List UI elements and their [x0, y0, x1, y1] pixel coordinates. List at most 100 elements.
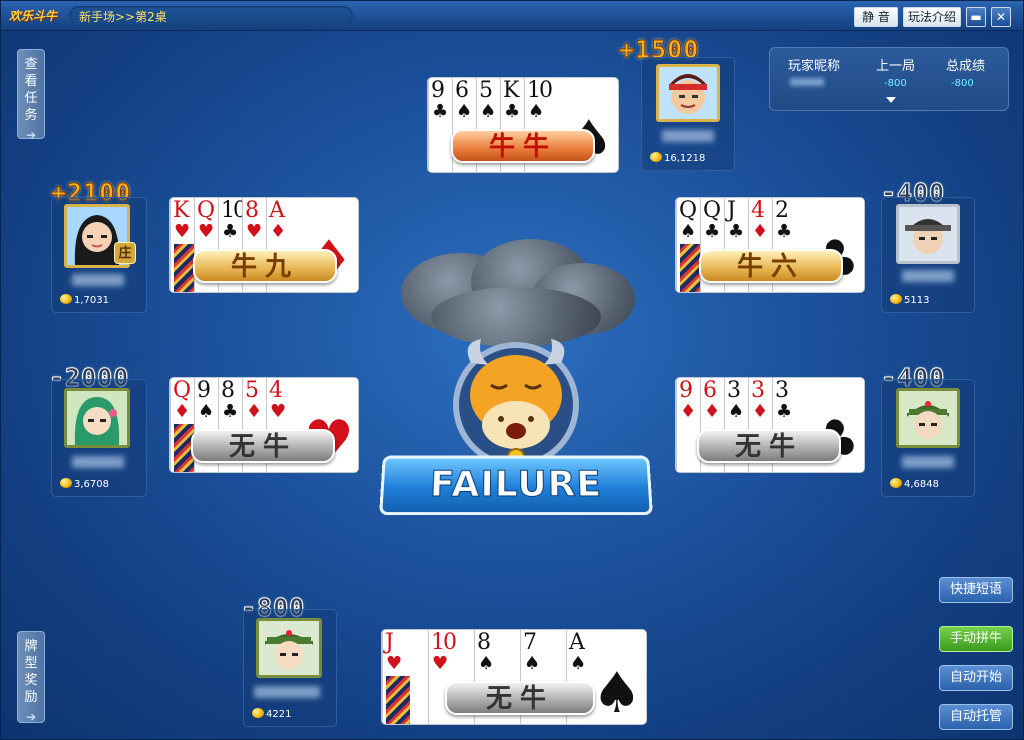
- card-suit-icon: ♠: [524, 653, 541, 674]
- player-left-lower-name: [72, 456, 124, 468]
- card-rank: 3: [775, 378, 789, 403]
- mute-button[interactable]: 静 音: [854, 7, 898, 27]
- coins-value: 4,6848: [904, 479, 939, 490]
- card-suit-icon: ♠: [478, 653, 495, 674]
- card-suit-icon: ♦: [246, 401, 263, 422]
- card-suit-icon: ♠: [456, 101, 473, 122]
- card-rank: 5: [245, 378, 259, 403]
- card-rank: J: [727, 198, 736, 223]
- coin-icon: [252, 708, 264, 718]
- player-right-lower-name: [902, 456, 954, 468]
- card-suit-icon: ♣: [222, 401, 239, 422]
- coin-icon: [650, 152, 662, 162]
- scoreboard: 玩家昵称 上一局 总成绩 -800 -800: [769, 47, 1009, 111]
- view-tasks-label: 查看任务: [24, 57, 38, 123]
- card-rank: 3: [751, 378, 765, 403]
- coins-value: 5113: [904, 295, 930, 306]
- card-rank: 7: [523, 630, 537, 655]
- card-rank: 4: [269, 378, 283, 403]
- player-right-lower-panel: 4,6848: [881, 379, 975, 497]
- player-self-hand-type: 无牛: [445, 681, 595, 715]
- dealer-badge: 庄: [114, 242, 136, 264]
- card-rank: A: [569, 630, 585, 655]
- scoreboard-last-round: -800: [884, 78, 907, 89]
- card-suit-icon: ♣: [776, 401, 793, 422]
- card-rank: 10: [527, 78, 553, 103]
- avatar: [64, 388, 130, 448]
- rules-button[interactable]: 玩法介绍: [903, 7, 961, 27]
- game-logo: 欢乐斗牛: [9, 9, 58, 23]
- player-right-upper-name: [902, 270, 954, 282]
- card-rank: 9: [679, 378, 693, 403]
- player-top-panel: 16,1218: [641, 57, 735, 171]
- scoreboard-header-total: 总成绩: [946, 59, 986, 74]
- card-suit-icon: ♥: [174, 221, 191, 242]
- player-left-upper-coins: 1,7031: [60, 294, 109, 306]
- player-self-panel: 4221: [243, 609, 337, 727]
- player-left-upper-panel: 庄 1,7031: [51, 197, 147, 313]
- card-suit-icon: ♠: [528, 101, 545, 122]
- card-suit-icon: ♥: [386, 653, 403, 674]
- player-top-hand-type: 牛牛: [451, 129, 595, 163]
- card-rank: Q: [703, 198, 721, 223]
- card-rank: Q: [197, 198, 215, 223]
- expand-down-icon[interactable]: [886, 97, 896, 103]
- card-suit-icon: ♠: [480, 101, 497, 122]
- card-rank: 6: [703, 378, 717, 403]
- card-suit-icon: ♦: [752, 401, 769, 422]
- card-rank: K: [173, 198, 190, 223]
- arrow-right-icon: ➔: [25, 128, 37, 142]
- coin-icon: [60, 478, 72, 488]
- card-rank: 8: [477, 630, 491, 655]
- avatar: [656, 64, 720, 122]
- player-left-lower-panel: 3,6708: [51, 379, 147, 497]
- card-suit-icon: ♦: [270, 221, 287, 242]
- coin-icon: [890, 478, 902, 488]
- auto-start-button[interactable]: 自动开始: [939, 665, 1013, 691]
- avatar: [256, 618, 322, 678]
- card-suit-icon: ♦: [752, 221, 769, 242]
- scoreboard-header-nickname: 玩家昵称: [788, 59, 841, 74]
- card-rank: 2: [775, 198, 789, 223]
- card-suit-icon: ♣: [704, 221, 721, 242]
- view-tasks-tab[interactable]: 查看任务 ➔: [17, 49, 45, 142]
- quick-chat-button[interactable]: 快捷短语: [939, 577, 1013, 603]
- title-bar: 欢乐斗牛 新手场>>第2桌 静 音 玩法介绍 ▬ ✕: [1, 1, 1023, 31]
- coins-value: 4221: [266, 709, 292, 720]
- card-suit-icon: ♦: [680, 401, 697, 422]
- breadcrumb: 新手场>>第2桌: [79, 10, 167, 24]
- close-button[interactable]: ✕: [991, 7, 1011, 27]
- player-left-upper-hand-type: 牛九: [193, 249, 337, 283]
- card-rank: K: [503, 78, 520, 103]
- card-rank: 8: [221, 378, 235, 403]
- card-suit-icon: ♦: [704, 401, 721, 422]
- player-right-upper-panel: 5113: [881, 197, 975, 313]
- minimize-button[interactable]: ▬: [966, 7, 986, 27]
- card-rank: 6: [455, 78, 469, 103]
- card-suit-icon: ♥: [270, 401, 287, 422]
- card-suit-icon: ♠: [680, 221, 697, 242]
- card-suit-icon: ♣: [728, 221, 745, 242]
- card-rank: 3: [727, 378, 741, 403]
- manual-niu-button[interactable]: 手动拼牛: [939, 626, 1013, 652]
- player-left-upper-name: [72, 274, 124, 286]
- auto-play-button[interactable]: 自动托管: [939, 704, 1013, 730]
- coin-icon: [60, 294, 72, 304]
- player-right-upper-hand-type: 牛六: [699, 249, 843, 283]
- card-suit-icon: ♥: [432, 653, 449, 674]
- player-top-coins: 16,1218: [650, 152, 705, 164]
- scoreboard-header-last-round: 上一局: [876, 59, 916, 74]
- hand-rewards-tab[interactable]: 牌型奖励 ➔: [17, 631, 45, 724]
- card-big-suit-icon: ♠: [591, 661, 642, 725]
- player-left-lower-coins: 3,6708: [60, 478, 109, 490]
- card-suit-icon: ♣: [504, 101, 521, 122]
- card-rank: 9: [197, 378, 211, 403]
- hand-rewards-label: 牌型奖励: [24, 639, 38, 705]
- coins-value: 3,6708: [74, 479, 109, 490]
- card-suit-icon: ♦: [174, 401, 191, 422]
- card-rank: 10: [431, 630, 457, 655]
- coins-value: 1,7031: [74, 295, 109, 306]
- card-suit-icon: ♠: [198, 401, 215, 422]
- arrow-right-icon: ➔: [25, 710, 37, 724]
- card-suit-icon: ♠: [728, 401, 745, 422]
